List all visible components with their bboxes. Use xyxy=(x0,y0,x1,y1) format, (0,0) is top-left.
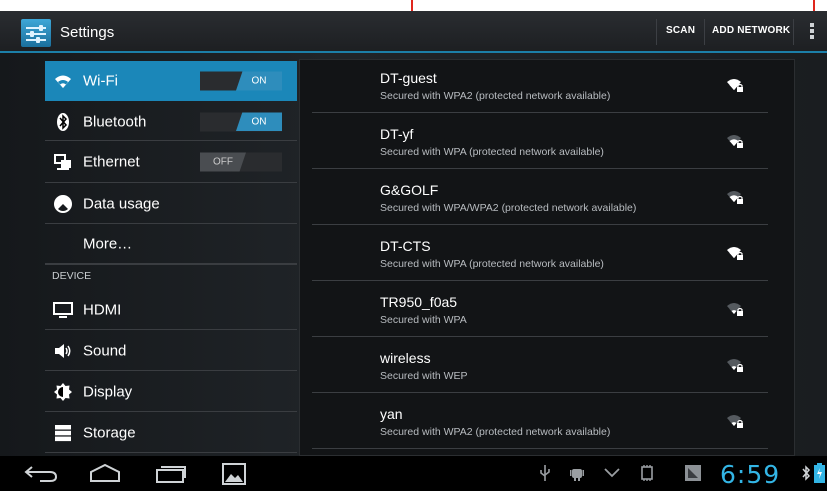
sidebar-item-bluetooth[interactable]: Bluetooth ON xyxy=(45,103,297,141)
sidebar-item-ethernet[interactable]: Ethernet OFF xyxy=(45,142,297,183)
battery-charging-icon xyxy=(814,463,825,483)
bluetooth-icon xyxy=(57,112,69,131)
settings-content: Wi-Fi ON Bluetooth ON Ethernet OFF Data … xyxy=(0,53,827,456)
storage-icon xyxy=(55,424,71,441)
wifi-network-list: DT-guest Secured with WPA2 (protected net… xyxy=(299,59,795,456)
scan-button[interactable]: SCAN xyxy=(666,25,695,36)
sidebar-item-label: Storage xyxy=(83,424,136,441)
data-usage-icon xyxy=(54,194,72,213)
network-security: Secured with WEP xyxy=(380,370,468,382)
wifi-network-item[interactable]: DT-yf Secured with WPA (protected network… xyxy=(312,116,768,169)
top-strip xyxy=(0,0,827,11)
brightness-icon xyxy=(54,382,72,401)
wifi-network-item[interactable]: wireless Secured with WEP xyxy=(312,340,768,393)
add-network-button[interactable]: ADD NETWORK xyxy=(712,25,790,36)
system-nav-bar: 6:59 xyxy=(0,456,827,491)
settings-app-icon[interactable] xyxy=(21,19,51,47)
notification-icon xyxy=(685,465,701,481)
sidebar-item-label: HDMI xyxy=(83,301,122,318)
sidebar-item-label: Sound xyxy=(83,342,127,359)
sidebar-item-label: Ethernet xyxy=(83,153,140,171)
usb-icon xyxy=(540,465,550,481)
wifi-icon xyxy=(55,75,71,88)
network-security: Secured with WPA/WPA2 (protected network… xyxy=(380,202,637,214)
sidebar-item-storage[interactable]: Storage xyxy=(45,413,297,453)
wifi-signal-lock-icon xyxy=(727,191,743,204)
divider xyxy=(656,19,657,45)
bluetooth-toggle[interactable]: ON xyxy=(200,112,282,131)
sidebar-item-label: More… xyxy=(83,235,133,253)
wifi-signal-lock-icon xyxy=(727,359,743,372)
android-debug-icon xyxy=(570,469,584,481)
network-ssid: DT-guest xyxy=(380,70,437,86)
divider xyxy=(793,19,794,45)
network-ssid: DT-CTS xyxy=(380,238,431,254)
divider xyxy=(704,19,705,45)
wifi-network-item[interactable]: yan Secured with WPA2 (protected network … xyxy=(312,396,768,449)
network-security: Secured with WPA (protected network avai… xyxy=(380,258,604,270)
wifi-signal-lock-icon xyxy=(727,247,743,260)
screenshot-icon[interactable] xyxy=(222,463,246,485)
chevron-down-icon xyxy=(604,468,620,478)
sidebar-item-sound[interactable]: Sound xyxy=(45,331,297,371)
sidebar-item-hdmi[interactable]: HDMI xyxy=(45,290,297,330)
network-ssid: TR950_f0a5 xyxy=(380,294,458,310)
bluetooth-status-icon xyxy=(802,465,811,481)
monitor-icon xyxy=(53,301,73,318)
network-ssid: yan xyxy=(380,406,403,422)
sidebar-item-more[interactable]: More… xyxy=(45,225,297,265)
ethernet-toggle[interactable]: OFF xyxy=(200,152,282,172)
section-header-device: DEVICE xyxy=(52,270,92,282)
clock: 6:59 xyxy=(720,460,781,489)
sidebar-item-label: Bluetooth xyxy=(83,113,147,130)
wifi-network-item[interactable]: DT-CTS Secured with WPA (protected networ… xyxy=(312,228,768,281)
network-security: Secured with WPA xyxy=(380,314,467,326)
network-security: Secured with WPA (protected network avai… xyxy=(380,146,604,158)
wifi-signal-lock-icon xyxy=(727,415,743,428)
settings-sidebar: Wi-Fi ON Bluetooth ON Ethernet OFF Data … xyxy=(45,53,297,456)
network-ssid: wireless xyxy=(380,350,431,366)
sidebar-item-data-usage[interactable]: Data usage xyxy=(45,184,297,224)
sidebar-item-display[interactable]: Display xyxy=(45,372,297,412)
wifi-toggle[interactable]: ON xyxy=(200,71,282,91)
action-bar: Settings SCAN ADD NETWORK xyxy=(0,11,827,53)
sidebar-item-wifi[interactable]: Wi-Fi ON xyxy=(45,61,297,101)
back-icon[interactable] xyxy=(24,463,58,483)
wifi-signal-lock-icon xyxy=(727,303,743,316)
sidebar-item-label: Data usage xyxy=(83,195,160,212)
wifi-signal-lock-icon xyxy=(727,135,743,148)
app-title: Settings xyxy=(60,24,115,41)
ethernet-icon xyxy=(54,154,71,170)
overflow-menu-icon[interactable] xyxy=(810,23,814,41)
wifi-signal-lock-icon xyxy=(727,79,743,92)
network-security: Secured with WPA2 (protected network ava… xyxy=(380,426,611,438)
network-security: Secured with WPA2 (protected network ava… xyxy=(380,90,611,102)
sidebar-item-label: Display xyxy=(83,383,133,400)
network-ssid: G&GOLF xyxy=(380,182,439,198)
wifi-network-item[interactable]: G&GOLF Secured with WPA/WPA2 (protected n… xyxy=(312,172,768,225)
speaker-icon xyxy=(55,343,71,358)
wifi-network-item[interactable]: DT-guest Secured with WPA2 (protected net… xyxy=(312,60,768,113)
wifi-network-item[interactable]: TR950_f0a5 Secured with WPA xyxy=(312,284,768,337)
network-ssid: DT-yf xyxy=(380,126,414,142)
home-icon[interactable] xyxy=(88,463,122,483)
storage-card-icon xyxy=(641,465,653,481)
recent-apps-icon[interactable] xyxy=(154,463,188,483)
sidebar-item-label: Wi-Fi xyxy=(83,72,118,90)
